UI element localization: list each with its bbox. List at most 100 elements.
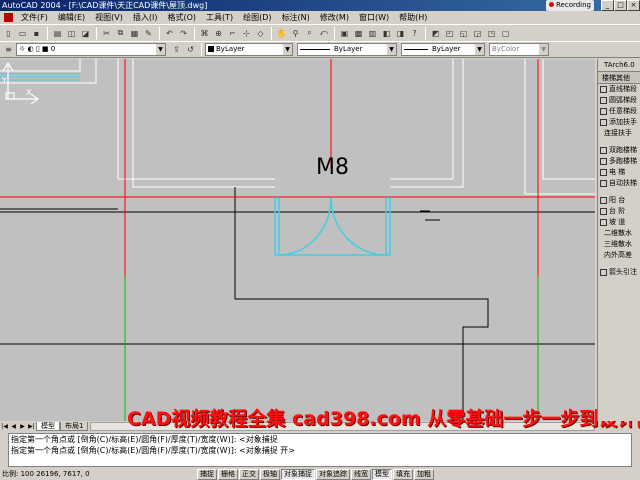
palette-tool-icon (600, 219, 607, 226)
print-icon[interactable]: ▤ (51, 27, 64, 40)
tarch-tool-6-icon[interactable]: ▢ (499, 27, 512, 40)
dbconnect-icon[interactable]: ◧ (380, 27, 393, 40)
tarch-tool-2-icon[interactable]: ◰ (443, 27, 456, 40)
palette-item[interactable]: 台 阶 (598, 206, 640, 217)
menu-format[interactable]: 格式(O) (162, 12, 201, 23)
palette-item[interactable]: 箭头引注 (598, 267, 640, 278)
next-tab-button[interactable]: ▶ (18, 422, 27, 431)
autocad-app-icon[interactable] (4, 12, 13, 22)
menu-modify[interactable]: 修改(M) (315, 12, 354, 23)
layer-state-icons: ☼ ◐ ▯ ■ (19, 45, 51, 53)
fill-toggle[interactable]: 填充 (393, 468, 413, 480)
tab-model[interactable]: 模型 (36, 421, 60, 431)
tarch-tool-1-icon[interactable]: ◩ (429, 27, 442, 40)
plotstyle-dropdown[interactable]: ByColor (489, 43, 549, 56)
palette-item[interactable]: 三维散水 (598, 239, 640, 250)
pan-icon[interactable]: ✋ (275, 27, 288, 40)
zoom-realtime-icon[interactable]: ⚲ (289, 27, 302, 40)
menu-draw[interactable]: 绘图(D) (238, 12, 276, 23)
palette-item[interactable]: 阳 台 (598, 195, 640, 206)
match-properties-icon[interactable]: ✎ (142, 27, 155, 40)
palette-item-label: 箭头引注 (609, 268, 637, 276)
bold-toggle[interactable]: 加粗 (414, 468, 434, 480)
palette-tool-icon (600, 208, 607, 215)
zoom-previous-icon[interactable]: ⤺ (317, 27, 330, 40)
linetype-dropdown[interactable]: ByLayer (297, 43, 397, 56)
color-dropdown[interactable]: ByLayer (205, 43, 293, 56)
properties-icon[interactable]: ▣ (338, 27, 351, 40)
palette-item[interactable]: 二维散水 (598, 228, 640, 239)
otrack-toggle[interactable]: 对象追踪 (316, 468, 350, 480)
prev-tab-button[interactable]: ◀ (9, 422, 18, 431)
help-icon[interactable]: ? (408, 27, 421, 40)
tab-layout1[interactable]: 布局1 (60, 421, 89, 431)
layer-manager-icon[interactable]: ≡ (2, 43, 15, 56)
publish-icon[interactable]: ◪ (79, 27, 92, 40)
palette-item[interactable]: 直线梯段 (598, 84, 640, 95)
palette-item[interactable]: 任意梯段 (598, 106, 640, 117)
redo-icon[interactable]: ↷ (177, 27, 190, 40)
zoom-window-icon[interactable]: ⌕ (303, 27, 316, 40)
copy-icon[interactable]: ⧉ (114, 27, 127, 40)
axis-lines-red (0, 59, 595, 277)
palette-item[interactable]: 双跑楼梯 (598, 145, 640, 156)
markup-icon[interactable]: ◨ (394, 27, 407, 40)
palette-item[interactable]: 添加扶手 (598, 117, 640, 128)
menu-view[interactable]: 视图(V) (90, 12, 128, 23)
palette-item[interactable]: 内外高差 (598, 250, 640, 261)
ucs-icon[interactable]: ⌐ (226, 27, 239, 40)
polar-toggle[interactable]: 极轴 (260, 468, 280, 480)
lineweight-toggle[interactable]: 线宽 (351, 468, 371, 480)
menu-file[interactable]: 文件(F) (16, 12, 53, 23)
hyperlink-icon[interactable]: ⌘ (198, 27, 211, 40)
tarch-tool-4-icon[interactable]: ◲ (471, 27, 484, 40)
command-line[interactable]: 指定第一个角点或 [倒角(C)/标高(E)/圆角(F)/厚度(T)/宽度(W)]… (8, 433, 632, 467)
make-current-layer-icon[interactable]: ⇪ (170, 43, 183, 56)
palette-item[interactable]: 圆弧梯段 (598, 95, 640, 106)
menu-dimension[interactable]: 标注(N) (277, 12, 315, 23)
layer-value: 0 (50, 45, 56, 53)
model-toggle[interactable]: 模型 (372, 468, 392, 480)
close-button[interactable]: × (627, 0, 640, 11)
cut-icon[interactable]: ✂ (100, 27, 113, 40)
menu-insert[interactable]: 插入(I) (128, 12, 163, 23)
first-tab-button[interactable]: |◀ (0, 422, 9, 431)
palette-item[interactable]: 连接扶手 (598, 128, 640, 139)
layer-dropdown[interactable]: ☼ ◐ ▯ ■ 0 (16, 43, 166, 56)
tarch-tool-3-icon[interactable]: ◱ (457, 27, 470, 40)
tracking-icon[interactable]: ⊹ (240, 27, 253, 40)
tarch-tool-5-icon[interactable]: ◳ (485, 27, 498, 40)
menu-edit[interactable]: 编辑(E) (53, 12, 90, 23)
minimize-button[interactable]: _ (601, 0, 614, 11)
osnap-settings-icon[interactable]: ◇ (254, 27, 267, 40)
palette-item[interactable]: 电 梯 (598, 167, 640, 178)
undo-icon[interactable]: ↶ (163, 27, 176, 40)
menu-help[interactable]: 帮助(H) (394, 12, 432, 23)
drawing-canvas[interactable]: M8 Y X (0, 59, 595, 421)
paste-icon[interactable]: ▦ (128, 27, 141, 40)
palette-item[interactable]: 坡 道 (598, 217, 640, 228)
object-snap-icon[interactable]: ⊕ (212, 27, 225, 40)
osnap-toggle[interactable]: 对象捕捉 (281, 468, 315, 480)
menu-tools[interactable]: 工具(T) (201, 12, 238, 23)
new-file-icon[interactable]: ▯ (2, 27, 15, 40)
snap-toggle[interactable]: 捕捉 (197, 468, 217, 480)
maximize-button[interactable]: □ (614, 0, 627, 11)
menu-window[interactable]: 窗口(W) (354, 12, 394, 23)
layer-previous-icon[interactable]: ↺ (184, 43, 197, 56)
open-folder-icon[interactable]: ▭ (16, 27, 29, 40)
palette-item-label: 多跑楼梯 (609, 157, 637, 165)
palette-section-header[interactable]: 楼梯其他 (598, 72, 640, 84)
palette-item[interactable]: 多跑楼梯 (598, 156, 640, 167)
last-tab-button[interactable]: ▶| (27, 422, 36, 431)
grid-toggle[interactable]: 栅格 (218, 468, 238, 480)
lineweight-dropdown[interactable]: ByLayer (401, 43, 485, 56)
ucs-axis-icon: Y X (1, 61, 40, 105)
design-center-icon[interactable]: ▩ (352, 27, 365, 40)
tool-palettes-icon[interactable]: ▥ (366, 27, 379, 40)
palette-item[interactable]: 自动扶梯 (598, 178, 640, 189)
print-preview-icon[interactable]: ◫ (65, 27, 78, 40)
recording-indicator: Recording (545, 0, 594, 11)
save-icon[interactable]: ▪ (30, 27, 43, 40)
ortho-toggle[interactable]: 正交 (239, 468, 259, 480)
